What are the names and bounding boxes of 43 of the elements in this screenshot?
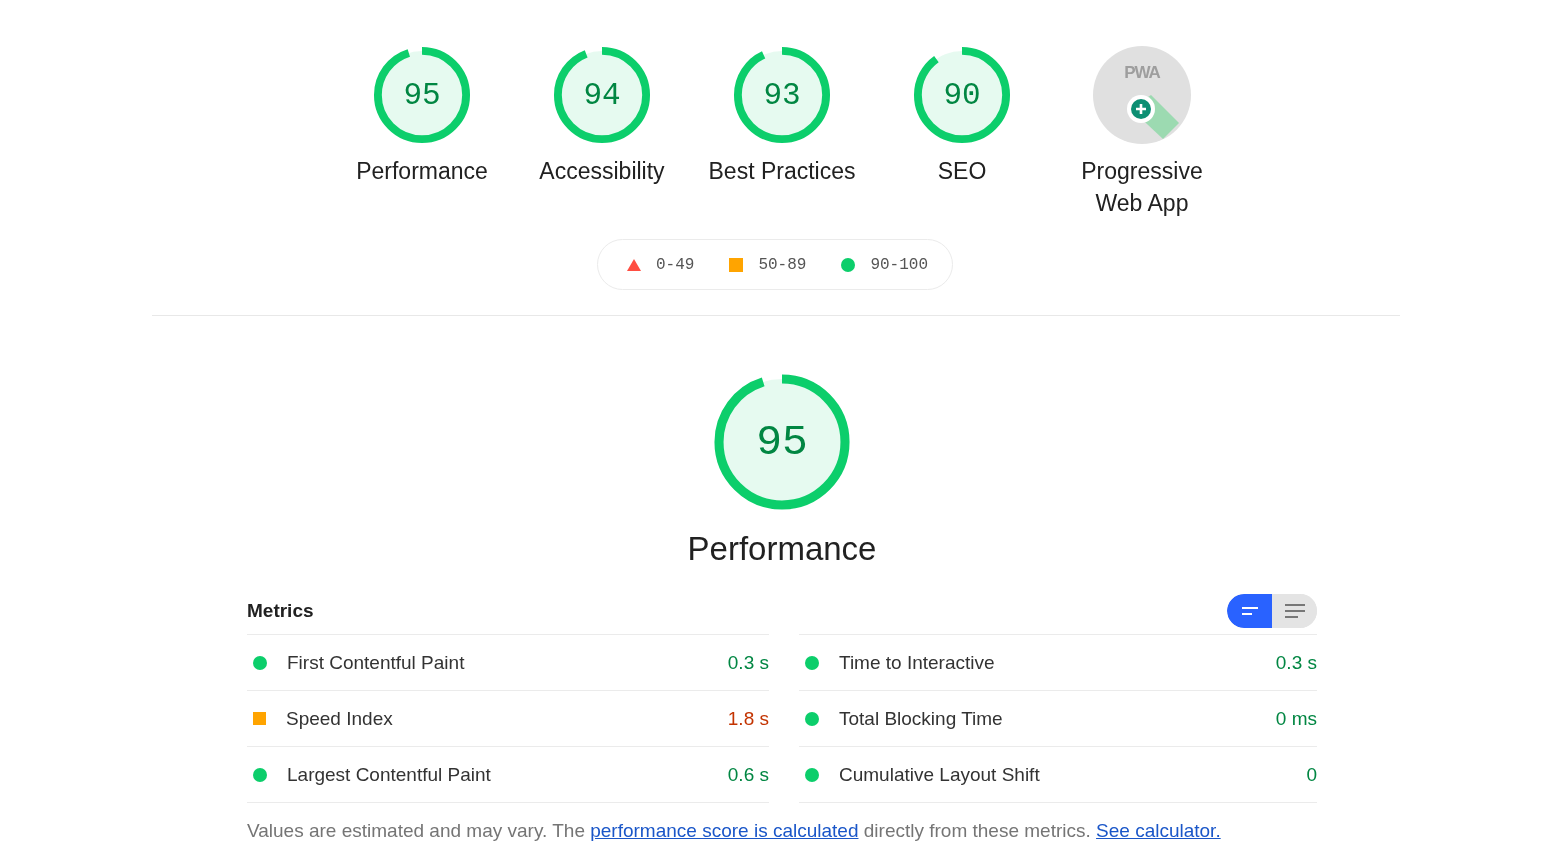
score-value: 93 <box>763 77 801 113</box>
circle-icon <box>805 711 819 726</box>
triangle-icon <box>627 258 641 271</box>
metrics-heading: Metrics <box>247 600 314 622</box>
circle-icon <box>253 767 267 782</box>
circle-icon <box>805 767 819 782</box>
metric-value: 0.3 s <box>727 651 769 674</box>
category-label: Performance <box>355 157 489 186</box>
metric-value: 0 ms <box>1275 707 1317 730</box>
metric-value: 0 <box>1306 763 1317 786</box>
circle-icon <box>841 257 856 272</box>
legend-range: 90-100 <box>870 255 928 274</box>
metric-value: 0.6 s <box>727 763 769 786</box>
score-value: 95 <box>756 417 808 467</box>
metric-name: Cumulative Layout Shift <box>839 763 1041 786</box>
metric-name: Speed Index <box>286 707 394 730</box>
category-label: SEO <box>936 157 988 186</box>
legend-range: 0-49 <box>656 255 695 274</box>
circle-icon <box>253 655 267 670</box>
section-title: Performance <box>687 530 877 568</box>
view-toggle-button[interactable] <box>1227 594 1272 628</box>
compact-view-icon <box>1240 606 1259 616</box>
score-value: 94 <box>583 77 621 113</box>
score-value: 90 <box>943 77 981 113</box>
score-value: 95 <box>403 77 441 113</box>
metric-name: Total Blocking Time <box>839 707 1004 730</box>
category-label: Accessibility <box>538 157 666 186</box>
category-label: Best Practices <box>707 157 857 186</box>
square-icon <box>253 712 266 725</box>
badge-label: PWA <box>1123 63 1161 83</box>
square-icon <box>729 257 744 272</box>
footnote: Values are estimated and may vary. The performance score is calculated directly from these metrics. See calculator. <box>247 820 1222 842</box>
metric-value: 1.8 s <box>727 707 769 730</box>
list-view-icon <box>1283 604 1306 618</box>
metric-name: First Contentful Paint <box>287 651 466 674</box>
score-link[interactable]: performance score is calculated <box>590 820 859 841</box>
calculator-link[interactable]: See calculator. <box>1096 820 1221 841</box>
circle-icon <box>805 655 819 670</box>
metric-name: Time to Interactive <box>839 651 996 674</box>
category-label: Progressive Web App <box>1080 157 1204 218</box>
legend-range: 50-89 <box>758 255 807 274</box>
metric-name: Largest Contentful Paint <box>287 763 492 786</box>
metric-value: 0.3 s <box>1275 651 1317 674</box>
